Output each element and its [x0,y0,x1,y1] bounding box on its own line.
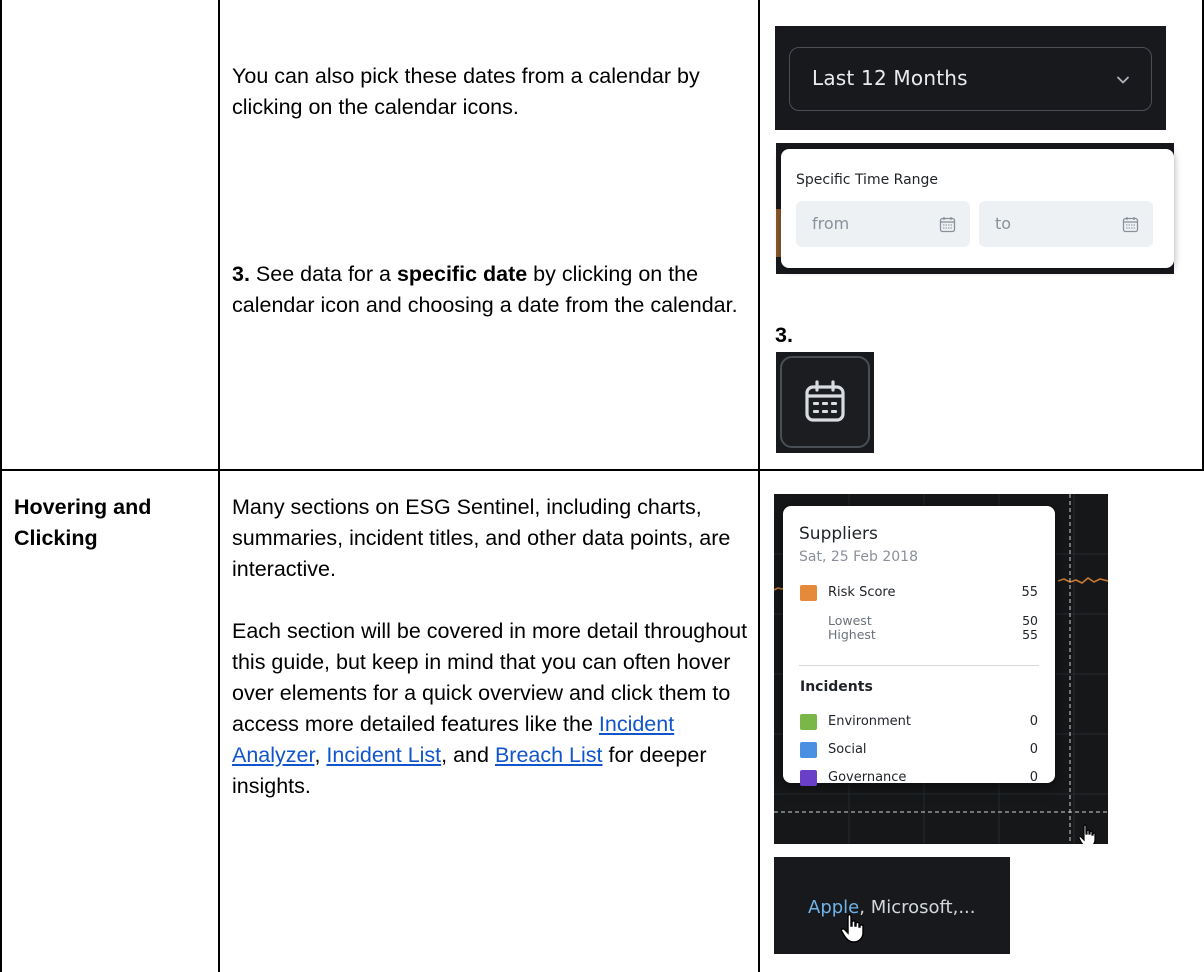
risk-score-row: Risk Score 55 [800,585,1038,602]
risk-score-label: Risk Score [828,585,896,600]
calendar-hint-paragraph: You can also pick these dates from a cal… [232,64,700,119]
governance-swatch [800,770,817,786]
timeframe-dropdown-label: Last 12 Months [812,66,968,90]
hovering-clicking-heading: Hovering and Clicking [14,495,152,550]
time-range-screenshot: Specific Time Range from to [776,143,1174,274]
calendar-icon[interactable] [1122,216,1139,233]
lowest-row: Lowest 50 [828,613,1038,628]
incident-row-social: Social 0 [800,742,1038,759]
highest-value: 55 [1022,627,1038,642]
time-range-card: Specific Time Range from to [781,149,1174,268]
to-date-field[interactable]: to [979,201,1153,247]
time-range-title: Specific Time Range [796,172,939,188]
environment-swatch [800,714,817,730]
interactive-paragraph-2: Each section will be covered in more det… [232,619,748,798]
calendar-icon [805,380,845,422]
chart-tooltip: Suppliers Sat, 25 Feb 2018 Risk Score 55… [783,506,1055,786]
chevron-down-icon [1117,76,1129,84]
breach-list-link[interactable]: Breach List [495,743,603,767]
calendar-icon[interactable] [939,216,956,233]
table-row-divider [0,469,1204,471]
interactive-paragraph-1: Many sections on ESG Sentinel, including… [232,495,731,581]
step-3-label: 3. [775,323,793,347]
incident-row-governance: Governance 0 [800,770,1038,787]
specific-date-paragraph: 3. See data for a specific date by click… [232,262,738,317]
step-number: 3. [232,262,250,286]
table-border-col2 [758,0,760,972]
risk-score-swatch [800,585,817,601]
company-list-screenshot: Apple, Microsoft,... [774,857,1010,954]
lowest-value: 50 [1022,613,1038,628]
timeframe-dropdown[interactable]: Last 12 Months [789,47,1152,111]
calendar-button[interactable] [780,356,870,448]
company-list: Apple, Microsoft,... [808,897,976,918]
tooltip-divider [799,665,1039,666]
calendar-button-screenshot [776,352,874,453]
calendar-hint-text: You can also pick these dates from a cal… [232,61,752,123]
incidents-heading: Incidents [800,679,873,695]
highest-row: Highest 55 [828,627,1038,642]
specific-date-step: 3. See data for a specific date by click… [232,259,752,321]
from-date-field[interactable]: from [796,201,970,247]
from-date-placeholder: from [812,214,850,233]
specific-date-emphasis: specific date [396,262,528,286]
table-border-left [0,0,2,972]
company-list-rest: , Microsoft,... [859,897,976,918]
tooltip-title: Suppliers [799,524,878,544]
chart-tooltip-screenshot: Suppliers Sat, 25 Feb 2018 Risk Score 55… [774,494,1108,844]
hand-pointer-icon [1078,824,1096,844]
risk-score-value: 55 [1021,585,1038,600]
hand-pointer-icon [840,913,864,943]
tooltip-date: Sat, 25 Feb 2018 [799,549,918,565]
interactive-sections-text: Many sections on ESG Sentinel, including… [232,492,752,802]
incident-list-link[interactable]: Incident List [326,743,441,767]
incident-row-environment: Environment 0 [800,714,1038,731]
to-date-placeholder: to [995,214,1012,233]
social-swatch [800,742,817,758]
timeframe-dropdown-screenshot: Last 12 Months [775,26,1166,130]
table-border-col1 [218,0,220,972]
